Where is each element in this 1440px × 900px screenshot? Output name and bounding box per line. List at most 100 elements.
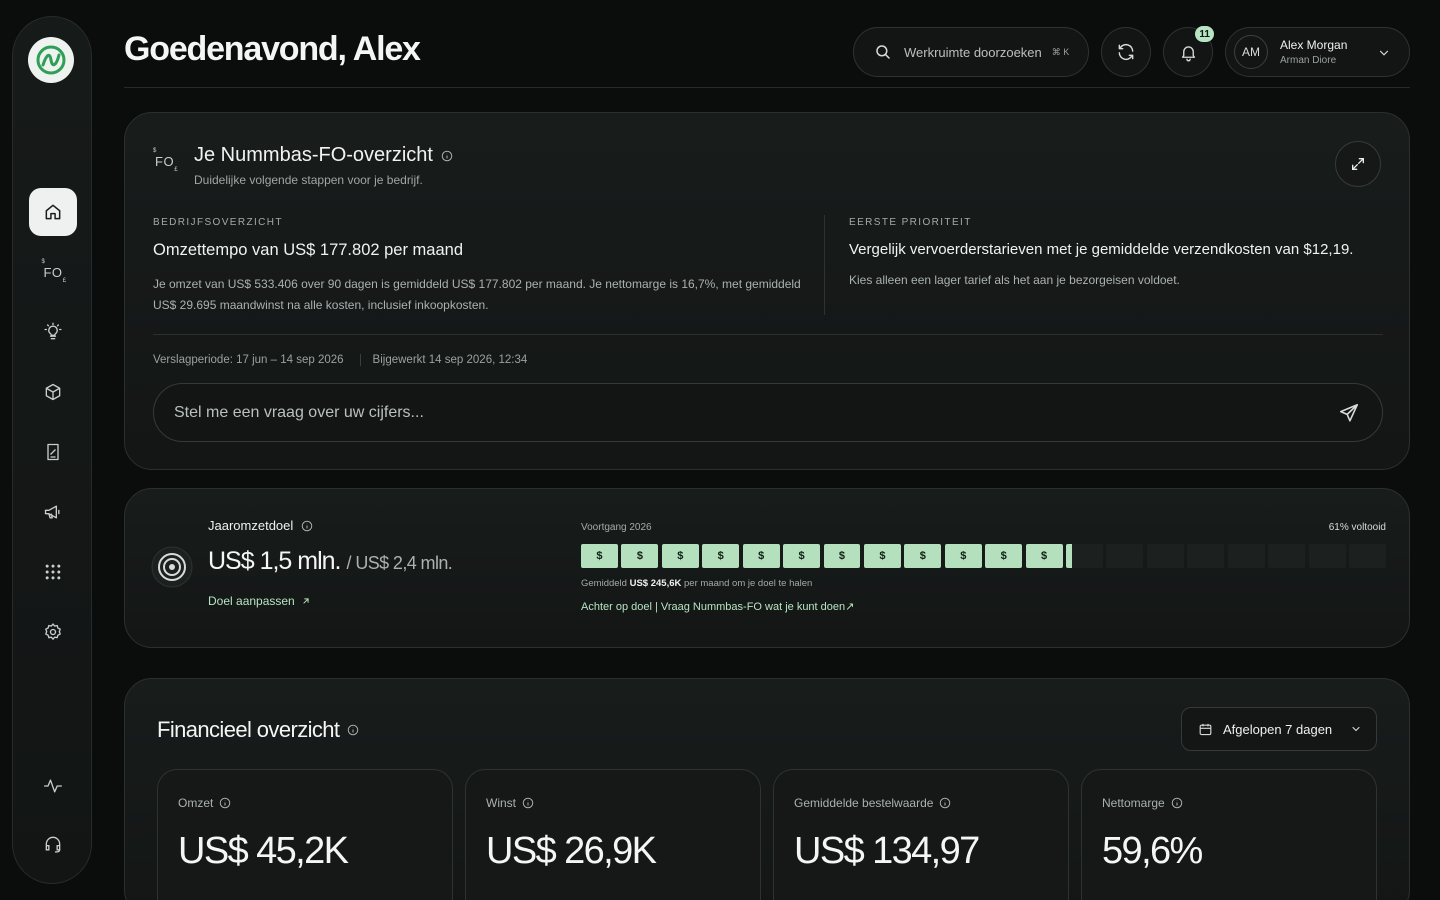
- info-icon[interactable]: [1171, 797, 1183, 809]
- apps-grid-icon: [45, 564, 61, 580]
- info-icon[interactable]: [301, 520, 313, 532]
- business-overview-kicker: BEDRIJFSOVERZICHT: [153, 217, 283, 228]
- metric-value: US$ 26,9K: [486, 830, 657, 872]
- progress-percent: 61% voltooid: [1328, 522, 1386, 533]
- goal-value: US$ 1,5 mln.: [208, 547, 342, 575]
- business-overview-headline: Omzettempo van US$ 177.802 per maand: [153, 241, 464, 259]
- adjust-goal-link[interactable]: Doel aanpassen: [208, 594, 311, 608]
- info-icon[interactable]: [219, 797, 231, 809]
- report-updated: Bijgewerkt 14 sep 2026, 12:34: [372, 354, 528, 366]
- sidebar-item-insights[interactable]: [29, 308, 77, 356]
- behind-goal-link[interactable]: Achter op doel | Vraag Nummbas-FO wat je…: [581, 600, 854, 613]
- first-priority-body: Kies alleen een lager tarief als het aan…: [849, 273, 1180, 287]
- search-shortcut: ⌘ K: [1051, 46, 1070, 57]
- progress-segment: [1349, 544, 1386, 568]
- sidebar-item-reports[interactable]: [29, 428, 77, 476]
- info-icon[interactable]: [347, 724, 359, 736]
- progress-segment: $: [661, 544, 699, 568]
- expand-button[interactable]: [1335, 141, 1381, 187]
- sidebar-item-apps[interactable]: [29, 548, 77, 596]
- home-icon: [45, 204, 61, 220]
- avatar: AM: [1234, 35, 1268, 69]
- progress-segment: [1146, 544, 1184, 568]
- column-divider: [824, 215, 825, 315]
- goal-total: / US$ 2,4 mln.: [346, 553, 453, 573]
- user-org: Arman Diore: [1280, 55, 1337, 66]
- progress-segment: [1187, 544, 1225, 568]
- report-meta: Verslagperiode: 17 jun – 14 sep 2026 Bij…: [153, 354, 527, 366]
- metric-label: Omzet: [178, 796, 231, 810]
- sidebar-item-marketing[interactable]: [29, 488, 77, 536]
- lightbulb-icon: [44, 322, 62, 340]
- date-range-select[interactable]: Afgelopen 7 dagen: [1181, 707, 1377, 751]
- box-icon: [45, 383, 61, 401]
- business-overview-body: Je omzet van US$ 533.406 over 90 dagen i…: [153, 277, 801, 312]
- sidebar-item-activity[interactable]: [29, 762, 77, 810]
- megaphone-icon: [44, 505, 60, 519]
- progress-segment: $: [581, 544, 618, 568]
- report-period: Verslagperiode: 17 jun – 14 sep 2026: [153, 354, 344, 366]
- progress-segment: $: [742, 544, 780, 568]
- refresh-button[interactable]: [1101, 27, 1151, 77]
- arrow-up-right-icon: [303, 598, 309, 604]
- progress-segment: $: [944, 544, 982, 568]
- user-name: Alex Morgan: [1280, 38, 1348, 52]
- metric-value: 59,6%: [1102, 830, 1203, 872]
- sidebar-item-fo[interactable]: $ FO £: [29, 248, 77, 296]
- metric-card-net-margin[interactable]: Nettomarge 59,6%: [1081, 769, 1377, 900]
- progress-segment: $: [1025, 544, 1063, 568]
- progress-segment: $: [904, 544, 942, 568]
- info-icon[interactable]: [522, 797, 534, 809]
- chevron-down-icon: [1379, 50, 1389, 56]
- info-icon[interactable]: [939, 797, 951, 809]
- fo-icon: $ FO £: [153, 148, 179, 173]
- metric-label: Nettomarge: [1102, 796, 1183, 810]
- progress-note: Gemiddeld US$ 245,6K per maand om je doe…: [581, 578, 813, 589]
- metric-label: Gemiddelde bestelwaarde: [794, 796, 951, 810]
- progress-segment: [1268, 544, 1306, 568]
- app-logo[interactable]: [28, 37, 74, 83]
- progress-segment: $: [621, 544, 659, 568]
- progress-segment: [1227, 544, 1265, 568]
- first-priority-headline: Vergelijk vervoerderstarieven met je gem…: [849, 241, 1354, 258]
- page-greeting: Goedenavond, Alex: [124, 30, 421, 68]
- metric-card-aov[interactable]: Gemiddelde bestelwaarde US$ 134,97: [773, 769, 1069, 900]
- ask-input[interactable]: Stel me een vraag over uw cijfers...: [153, 383, 1383, 442]
- progress-segment: [1308, 544, 1346, 568]
- search-placeholder: Werkruimte doorzoeken: [904, 44, 1042, 60]
- progress-header: Voortgang 2026 61% voltooid: [581, 522, 1386, 533]
- goal-amount: US$ 1,5 mln. / US$ 2,4 mln.: [208, 547, 453, 576]
- calendar-icon: [1199, 723, 1212, 735]
- target-icon: [151, 546, 193, 588]
- headset-icon: [45, 836, 61, 853]
- fo-icon: $ FO £: [41, 258, 67, 284]
- metric-card-revenue[interactable]: Omzet US$ 45,2K: [157, 769, 453, 900]
- progress-segment: [1106, 544, 1144, 568]
- first-priority: EERSTE PRIORITEIT Vergelijk vervoerderst…: [849, 217, 1379, 291]
- notifications-button[interactable]: 11: [1163, 26, 1214, 77]
- goal-label: Jaaromzetdoel: [208, 518, 313, 533]
- sidebar-item-settings[interactable]: [29, 608, 77, 656]
- metric-value: US$ 134,97: [794, 830, 980, 872]
- sidebar-item-products[interactable]: [29, 368, 77, 416]
- search-icon: [876, 45, 890, 59]
- info-icon[interactable]: [441, 150, 453, 162]
- metric-card-profit[interactable]: Winst US$ 26,9K: [465, 769, 761, 900]
- progress-segment: $: [985, 544, 1023, 568]
- logo-icon: [36, 45, 66, 75]
- overview-title: Je Nummbas-FO-overzicht: [194, 144, 453, 167]
- progress-segment: $: [783, 544, 821, 568]
- settings-icon: [45, 623, 61, 641]
- progress-segment: [1066, 544, 1103, 568]
- overview-subtitle: Duidelijke volgende stappen voor je bedr…: [194, 173, 423, 187]
- progress-segment: $: [702, 544, 740, 568]
- metric-label: Winst: [486, 796, 534, 810]
- user-menu[interactable]: AM Alex Morgan Arman Diore: [1225, 27, 1410, 77]
- overview-divider: [153, 334, 1383, 335]
- workspace-search[interactable]: Werkruimte doorzoeken ⌘ K: [853, 27, 1089, 77]
- sidebar-item-home[interactable]: [29, 188, 77, 236]
- sidebar-item-support[interactable]: [29, 820, 77, 868]
- send-icon[interactable]: [1338, 402, 1360, 424]
- date-range-value: Afgelopen 7 dagen: [1223, 721, 1333, 737]
- notifications-badge: 11: [1195, 26, 1214, 42]
